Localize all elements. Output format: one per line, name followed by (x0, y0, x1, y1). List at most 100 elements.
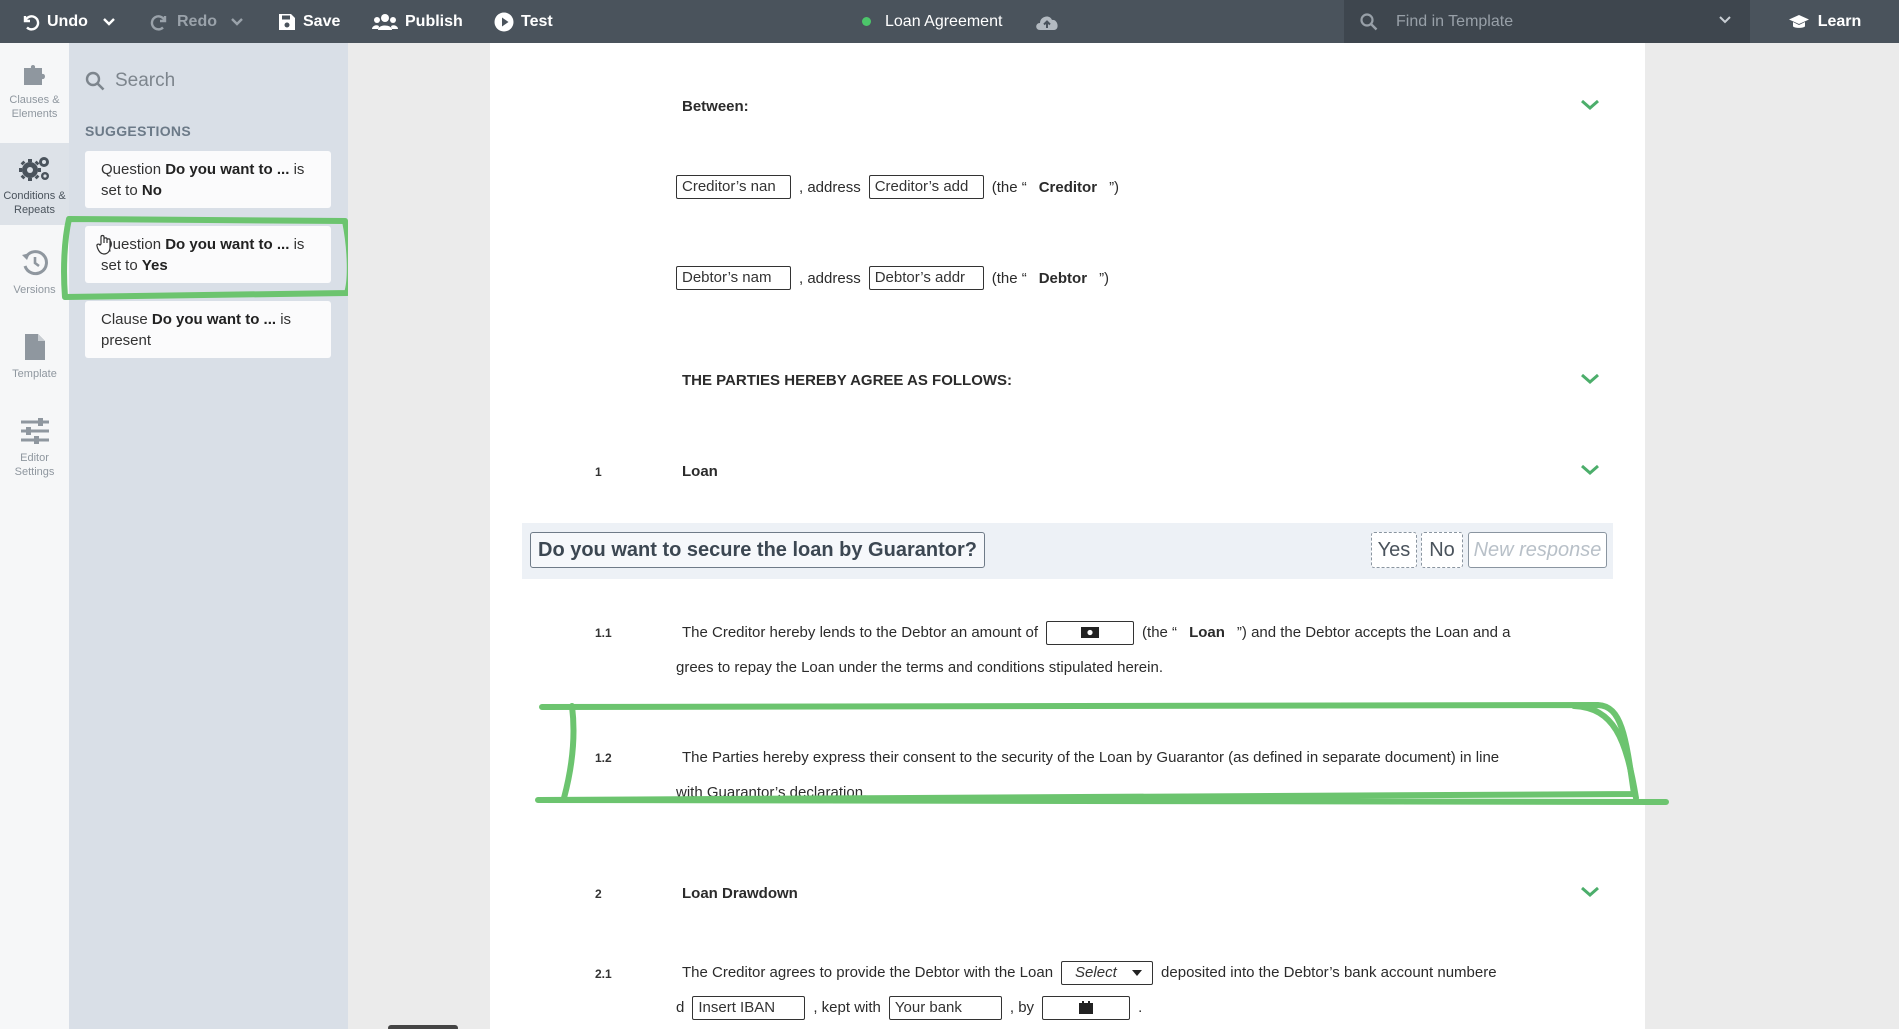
rail-versions[interactable]: Versions (0, 249, 69, 319)
rail-editor-settings[interactable]: Editor Settings (0, 417, 69, 497)
answer-yes-button[interactable]: Yes (1371, 532, 1417, 568)
suggestion-kind: Question (101, 236, 162, 253)
calendar-icon (1079, 1001, 1094, 1015)
top-toolbar: Undo Redo Save Publish Test Loan Agreeme… (0, 0, 1899, 43)
undo-icon (23, 14, 40, 31)
clause-number: 1.1 (595, 626, 612, 640)
clause-text: with Guarantor’s declaration. (676, 784, 868, 801)
clause-text: The Creditor hereby lends to the Debtor … (682, 624, 1039, 641)
rail-conditions-label: Conditions & Repeats (3, 190, 66, 216)
loan-amount-field[interactable] (1046, 620, 1135, 645)
suggestion-subject: Do you want to ... (165, 236, 290, 253)
date-field[interactable] (1042, 995, 1131, 1020)
suggestion-kind: Clause (101, 311, 148, 328)
debtor-address-field[interactable]: Debtor’s addr (868, 266, 984, 290)
redo-history-dropdown[interactable] (230, 0, 244, 43)
clause-text: , kept with (813, 999, 881, 1016)
select-value: Select (1075, 963, 1117, 981)
suggestion-card[interactable]: Clause Do you want to ... is present (85, 301, 331, 358)
test-button[interactable]: Test (494, 0, 553, 43)
section-title-loan-drawdown: Loan Drawdown (682, 885, 798, 902)
between-heading: Between: (682, 98, 749, 115)
chevron-down-icon[interactable] (1579, 98, 1601, 112)
chevron-down-icon[interactable] (1579, 463, 1601, 477)
the-close-quote: ”) (1109, 178, 1120, 196)
document-title-text: Loan Agreement (885, 12, 1003, 30)
suggestion-subject: Do you want to ... (151, 311, 277, 328)
suggestions-panel: Search SUGGESTIONS Question Do you want … (61, 43, 353, 1029)
loan-method-select[interactable]: Select (1061, 960, 1154, 985)
address-label: , address (799, 269, 861, 287)
suggestion-kind: Question (101, 161, 162, 178)
clause-2-1: The Creditor agrees to provide the Debto… (676, 955, 1596, 1025)
sliders-icon (20, 418, 49, 444)
parties-heading: THE PARTIES HEREBY AGREE AS FOLLOWS: (682, 372, 1013, 389)
the-open-quote: (the “ (991, 178, 1027, 196)
suggestion-card[interactable]: Question Do you want to ... is set to No (85, 151, 331, 208)
publish-label: Publish (405, 12, 463, 30)
cloud-upload-icon[interactable] (1034, 13, 1060, 31)
clause-1-2: The Parties hereby express their consent… (676, 740, 1596, 810)
save-button[interactable]: Save (278, 0, 340, 43)
address-label: , address (799, 178, 861, 196)
search-icon (85, 71, 105, 91)
the-open-quote: (the “ (991, 269, 1027, 287)
rail-versions-label: Versions (13, 284, 56, 296)
answer-no-button[interactable]: No (1421, 532, 1463, 568)
rail-conditions-repeats[interactable]: Conditions & Repeats (0, 143, 69, 225)
suggestion-subject: Do you want to ... (165, 161, 290, 178)
users-icon (372, 13, 398, 30)
new-response-button[interactable]: New response (1468, 532, 1607, 568)
undo-label: Undo (47, 12, 88, 30)
clause-1-1: The Creditor hereby lends to the Debtor … (676, 615, 1596, 685)
saved-status-dot (862, 17, 871, 26)
redo-button[interactable]: Redo (150, 0, 217, 43)
question-text[interactable]: Do you want to secure the loan by Guaran… (530, 532, 985, 568)
caret-down-icon (1132, 969, 1143, 976)
clause-text: grees to repay the Loan under the terms … (676, 659, 1163, 676)
money-icon (1081, 627, 1100, 639)
clause-text: d (676, 999, 685, 1016)
chevron-down-icon (231, 17, 243, 26)
graduation-cap-icon (1788, 14, 1809, 28)
bank-field[interactable]: Your bank (888, 995, 1002, 1020)
suggestions-heading: SUGGESTIONS (85, 123, 191, 139)
creditor-address-field[interactable]: Creditor’s add (868, 175, 984, 199)
learn-label: Learn (1817, 12, 1862, 30)
the-close-quote: ”) (1099, 269, 1110, 287)
find-in-template-input[interactable] (1396, 12, 1696, 31)
debtor-name-field[interactable]: Debtor’s nam (676, 266, 791, 290)
clause-text: ”) and the Debtor accepts the Loan and a (1236, 624, 1511, 641)
panel-search-placeholder: Search (115, 70, 176, 91)
creditor-name-field[interactable]: Creditor’s nan (676, 175, 791, 199)
play-circle-icon (494, 12, 514, 31)
chevron-down-icon[interactable] (1579, 372, 1601, 386)
publish-button[interactable]: Publish (372, 0, 463, 43)
search-icon (1360, 12, 1378, 30)
section-number: 1 (595, 465, 602, 479)
rail-clauses-label: Clauses & Elements (9, 94, 60, 120)
suggestion-card[interactable]: Question Do you want to ... is set to Ye… (85, 226, 331, 283)
undo-history-dropdown[interactable] (102, 0, 116, 43)
panel-search[interactable]: Search (85, 70, 175, 92)
iban-field[interactable]: Insert IBAN (692, 995, 806, 1020)
suggestion-value: No (141, 182, 162, 199)
learn-button[interactable]: Learn (1750, 0, 1899, 43)
section-title-loan: Loan (682, 463, 718, 480)
find-in-template (1344, 0, 1750, 43)
rail-clauses-elements[interactable]: Clauses & Elements (0, 57, 69, 137)
document-title[interactable]: Loan Agreement (862, 0, 1060, 43)
chevron-down-icon[interactable] (1718, 15, 1732, 25)
clause-text: deposited into the Debtor’s bank account… (1161, 964, 1497, 981)
file-icon (24, 334, 45, 360)
chevron-down-icon[interactable] (1579, 885, 1601, 899)
clause-text: . (1138, 999, 1143, 1016)
left-icon-rail: Clauses & Elements Conditions & Repeats … (0, 43, 69, 1029)
creditor-line: Creditor’s nan , address Creditor’s add … (676, 175, 1119, 199)
undo-button[interactable]: Undo (20, 0, 88, 43)
horizontal-scroll-thumb[interactable] (388, 1025, 458, 1029)
rail-template[interactable]: Template (0, 333, 69, 403)
clause-text: (the “ (1142, 624, 1178, 641)
cogs-icon (18, 157, 49, 181)
loan-term: Loan (1189, 624, 1225, 641)
